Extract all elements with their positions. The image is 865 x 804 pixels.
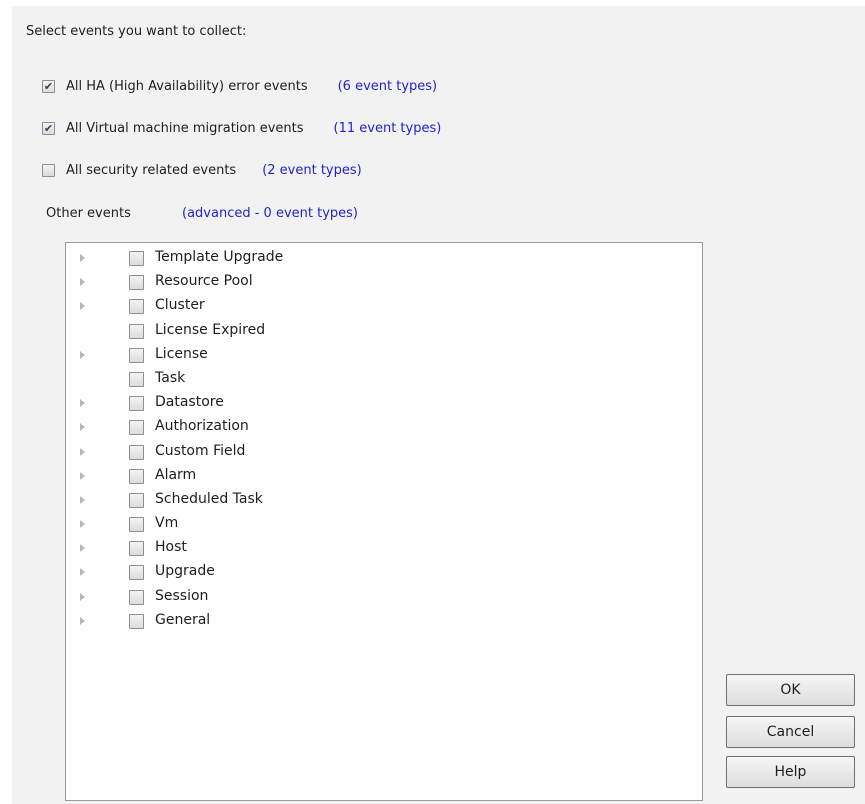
expand-arrow-icon[interactable] xyxy=(80,568,85,577)
tree-node[interactable]: Datastore xyxy=(66,392,702,416)
tree-node[interactable]: General xyxy=(66,610,702,634)
vm-migration-checkbox[interactable]: ✔ xyxy=(42,121,55,135)
tree-node-label: Host xyxy=(155,539,187,556)
expand-arrow-icon[interactable] xyxy=(80,447,85,456)
tree-node-checkbox[interactable] xyxy=(129,517,144,533)
expand-arrow-icon[interactable] xyxy=(80,520,85,529)
tree-node[interactable]: Vm xyxy=(66,513,702,537)
tree-node-label: Authorization xyxy=(155,418,249,435)
other-events-label: Other events xyxy=(46,206,131,221)
vm-migration-label: All Virtual machine migration events xyxy=(66,120,304,136)
cancel-button[interactable]: Cancel xyxy=(726,716,855,748)
ha-events-types-link[interactable]: (6 event types) xyxy=(338,79,438,94)
tree-node-checkbox[interactable] xyxy=(129,323,144,339)
ha-events-label: All HA (High Availability) error events xyxy=(66,78,308,94)
vm-migration-types-link[interactable]: (11 event types) xyxy=(334,121,442,136)
security-events-label: All security related events xyxy=(66,162,237,178)
tree-node-checkbox[interactable] xyxy=(129,299,144,315)
security-events-checkbox[interactable] xyxy=(42,163,55,177)
tree-node-label: Vm xyxy=(155,515,179,532)
tree-node[interactable]: License Expired xyxy=(66,320,702,344)
other-events-advanced-link[interactable]: (advanced - 0 event types) xyxy=(182,206,358,221)
tree-node-checkbox[interactable] xyxy=(129,492,144,508)
tree-node-label: Datastore xyxy=(155,394,224,411)
option-ha-events[interactable]: ✔ All HA (High Availability) error event… xyxy=(42,76,437,96)
tree-node-label: Cluster xyxy=(155,297,205,314)
tree-node-label: Resource Pool xyxy=(155,273,253,290)
ha-events-checkbox[interactable]: ✔ xyxy=(42,79,55,93)
tree-node-checkbox[interactable] xyxy=(129,396,144,412)
dialog-heading: Select events you want to collect: xyxy=(26,24,247,39)
tree-node-checkbox[interactable] xyxy=(129,420,144,436)
tree-node[interactable]: Host xyxy=(66,537,702,561)
tree-node[interactable]: Cluster xyxy=(66,295,702,319)
tree-node-checkbox[interactable] xyxy=(129,347,144,363)
expand-arrow-icon[interactable] xyxy=(80,495,85,504)
tree-node[interactable]: Task xyxy=(66,368,702,392)
tree-node-label: Template Upgrade xyxy=(155,249,284,265)
tree-node[interactable]: Alarm xyxy=(66,465,702,489)
expand-arrow-icon[interactable] xyxy=(80,592,85,601)
tree-node[interactable]: Authorization xyxy=(66,416,702,440)
tree-node-checkbox[interactable] xyxy=(129,444,144,460)
tree-node-label: Session xyxy=(155,587,209,604)
expand-arrow-icon[interactable] xyxy=(80,278,85,287)
tree-node[interactable]: License xyxy=(66,344,702,368)
tree-node-checkbox[interactable] xyxy=(129,275,144,291)
tree-node-label: Custom Field xyxy=(155,442,246,459)
tree-node[interactable]: Template Upgrade xyxy=(66,247,702,271)
tree-node-label: License xyxy=(155,345,208,362)
expand-arrow-icon[interactable] xyxy=(80,350,85,359)
option-security-events[interactable]: All security related events (2 event typ… xyxy=(42,160,362,180)
tree-node[interactable]: Scheduled Task xyxy=(66,489,702,513)
dialog-panel: Select events you want to collect: ✔ All… xyxy=(12,6,865,804)
tree-node-label: Scheduled Task xyxy=(155,490,263,507)
tree-node[interactable]: Session xyxy=(66,586,702,610)
expand-arrow-icon[interactable] xyxy=(80,616,85,625)
tree-node-checkbox[interactable] xyxy=(129,613,144,629)
tree-node[interactable]: Upgrade xyxy=(66,561,702,585)
tree-node-checkbox[interactable] xyxy=(129,565,144,581)
tree-node-checkbox[interactable] xyxy=(129,589,144,605)
tree-node-label: Alarm xyxy=(155,466,197,483)
tree-node-checkbox[interactable] xyxy=(129,541,144,557)
tree-node-label: Upgrade xyxy=(155,563,215,580)
ok-button[interactable]: OK xyxy=(726,674,855,706)
tree-node[interactable]: Custom Field xyxy=(66,441,702,465)
tree-node-label: Task xyxy=(155,369,186,386)
expand-arrow-icon[interactable] xyxy=(80,302,85,311)
expand-arrow-icon[interactable] xyxy=(80,544,85,553)
tree-node-checkbox[interactable] xyxy=(129,468,144,484)
expand-arrow-icon[interactable] xyxy=(80,423,85,432)
expand-arrow-icon[interactable] xyxy=(80,399,85,408)
expand-arrow-icon[interactable] xyxy=(80,254,85,262)
option-vm-migration-events[interactable]: ✔ All Virtual machine migration events (… xyxy=(42,118,441,138)
tree-node[interactable]: Resource Pool xyxy=(66,271,702,295)
expand-arrow-icon[interactable] xyxy=(80,471,85,480)
event-tree[interactable]: Template Upgrade Resource Pool Cluster Lice… xyxy=(65,242,703,801)
security-events-types-link[interactable]: (2 event types) xyxy=(262,163,362,178)
help-button[interactable]: Help xyxy=(726,756,855,788)
event-tree-list: Template Upgrade Resource Pool Cluster Lice… xyxy=(66,247,702,634)
tree-node-label: General xyxy=(155,611,211,628)
tree-node-checkbox[interactable] xyxy=(129,251,144,266)
tree-node-checkbox[interactable] xyxy=(129,371,144,387)
tree-node-label: License Expired xyxy=(155,321,266,338)
